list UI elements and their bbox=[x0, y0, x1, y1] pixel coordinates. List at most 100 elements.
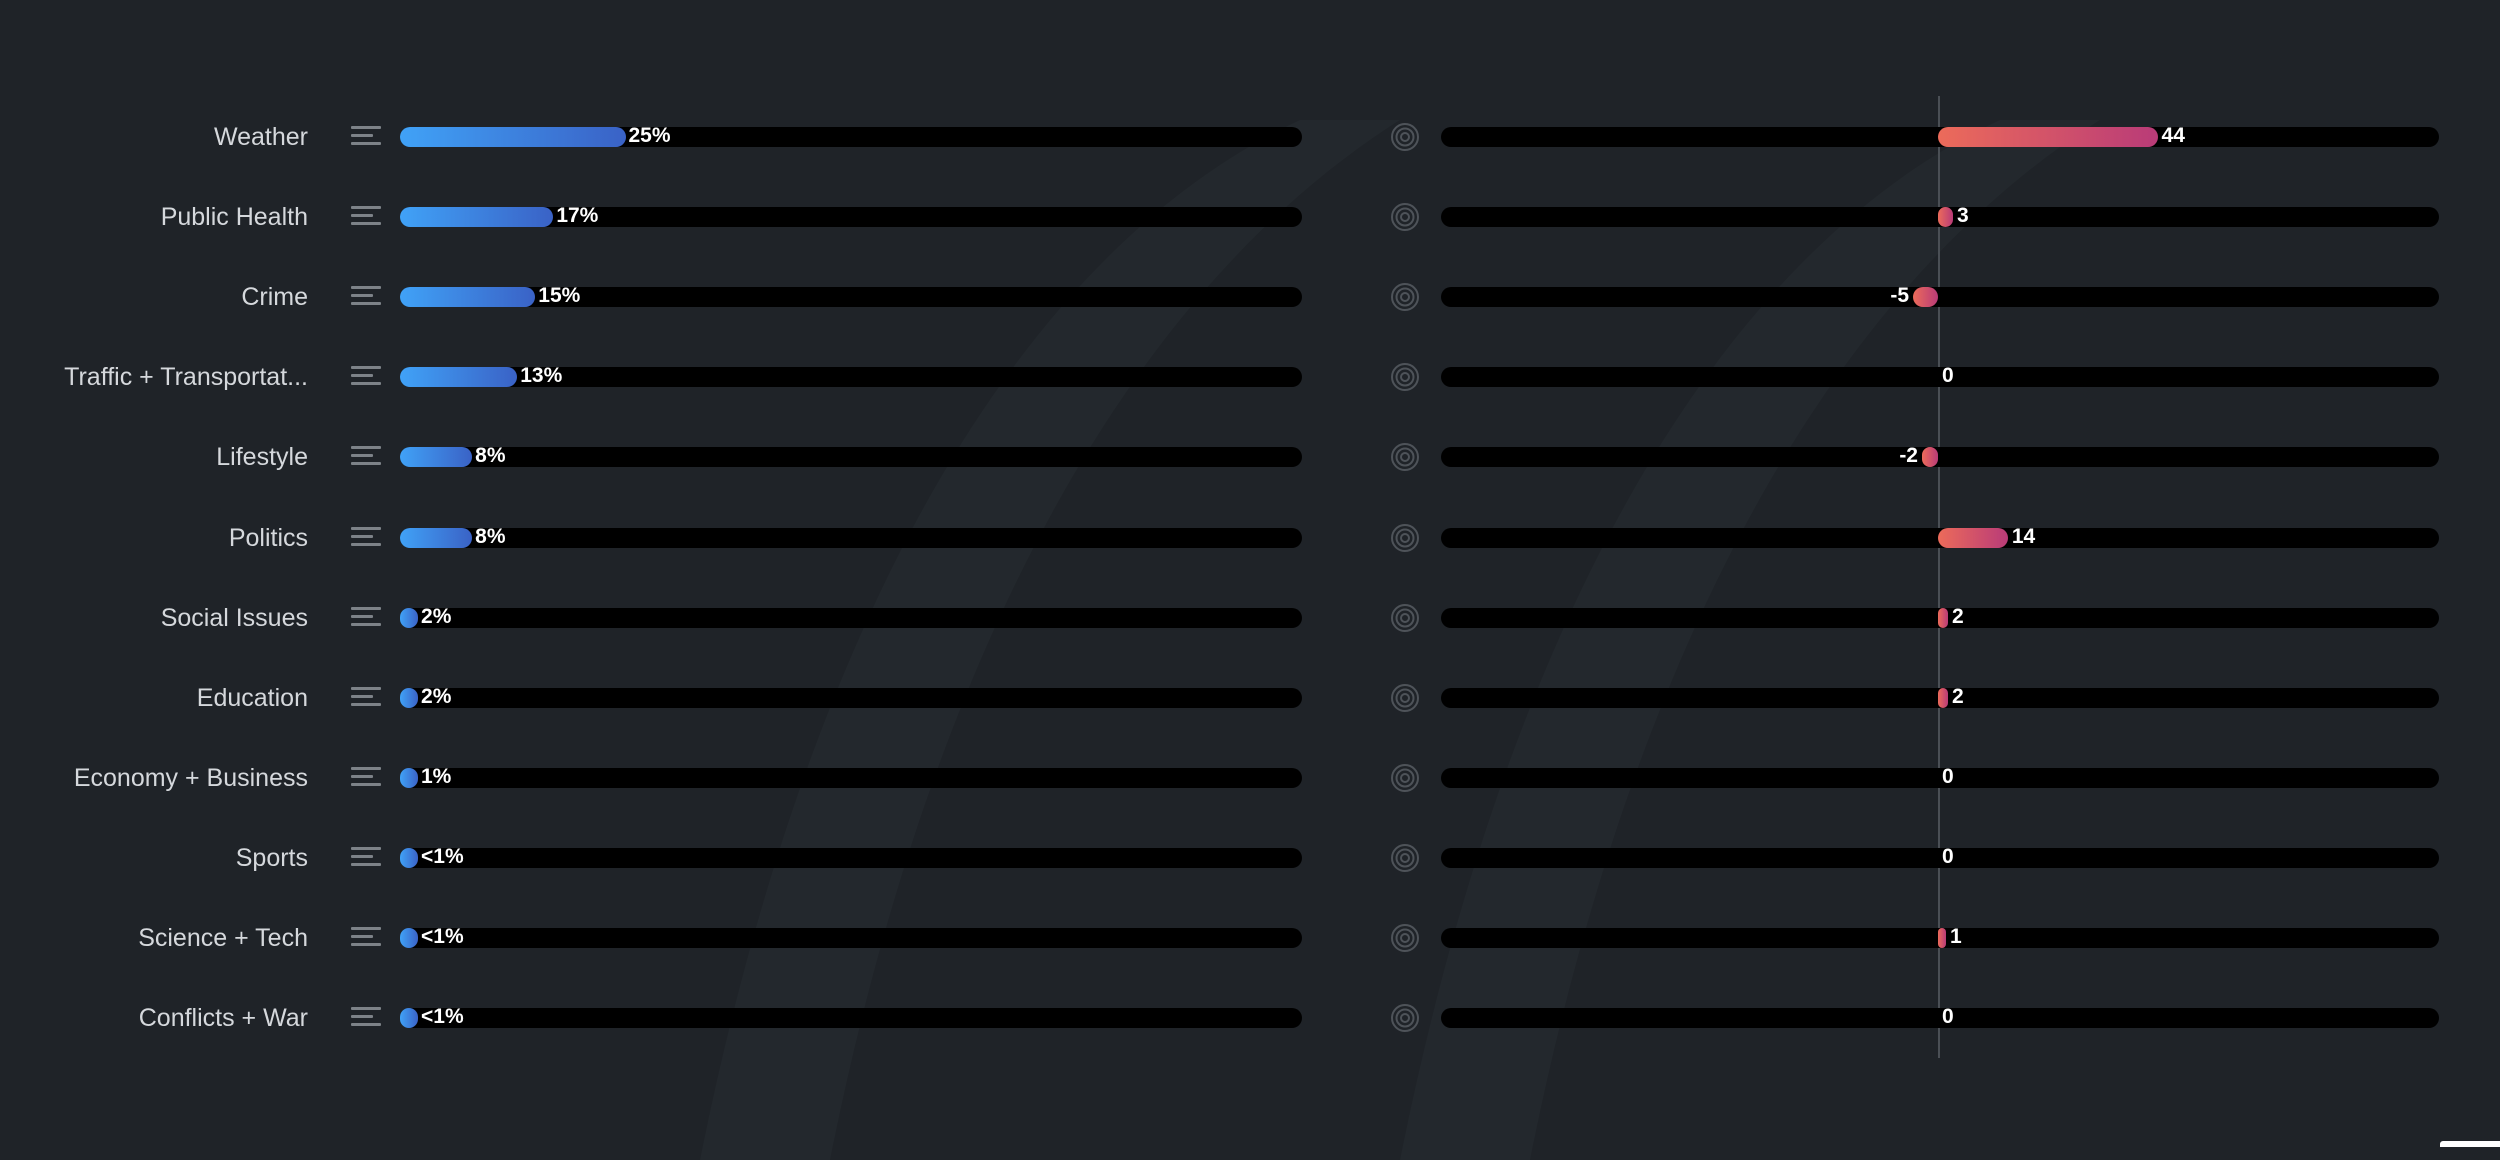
share-bar bbox=[400, 127, 626, 147]
sentiment-bar bbox=[1938, 127, 2158, 147]
category-label: Politics bbox=[228, 523, 308, 552]
sentiment-track: 2 bbox=[1441, 604, 2439, 628]
sentiment-value-label: 2 bbox=[1951, 684, 1964, 708]
share-track: <1% bbox=[400, 844, 1302, 868]
chart-row: Traffic + Transportat... 13% 0 bbox=[0, 357, 2500, 397]
menu-lines-icon[interactable] bbox=[351, 846, 381, 869]
share-value-label: 8% bbox=[475, 444, 506, 468]
share-track: 13% bbox=[400, 364, 1302, 388]
category-label: Weather bbox=[213, 123, 308, 151]
share-track: 2% bbox=[400, 605, 1302, 628]
menu-lines-icon[interactable] bbox=[351, 206, 381, 228]
chart-row: Science + Tech <1% 1 bbox=[0, 918, 2500, 958]
target-icon[interactable] bbox=[1390, 923, 1420, 953]
share-track: 8% bbox=[400, 444, 1302, 468]
share-bar bbox=[400, 287, 536, 308]
share-bar bbox=[400, 687, 419, 708]
share-track: <1% bbox=[400, 925, 1302, 948]
chart-row: Public Health 17% 3 bbox=[0, 197, 2500, 237]
category-label: Lifestyle bbox=[216, 443, 308, 472]
chart-row: Weather 25% 44 bbox=[0, 117, 2500, 157]
sentiment-track: -2 bbox=[1441, 444, 2439, 468]
menu-lines-icon[interactable] bbox=[351, 686, 381, 709]
sentiment-track: 0 bbox=[1441, 845, 2439, 868]
chart-row: Sports <1% 0 bbox=[0, 838, 2500, 878]
category-label: Economy + Business bbox=[73, 763, 308, 792]
sentiment-value-label: -2 bbox=[1899, 444, 1918, 468]
target-icon[interactable] bbox=[1390, 843, 1420, 873]
sentiment-value-label: 0 bbox=[1942, 364, 1954, 388]
sentiment-track: 3 bbox=[1441, 204, 2439, 228]
chart-row: Lifestyle 8% -2 bbox=[0, 437, 2500, 477]
sentiment-value-label: 0 bbox=[1942, 764, 1954, 788]
menu-lines-icon[interactable] bbox=[351, 446, 381, 468]
chart-row: Education 2% 2 bbox=[0, 678, 2500, 718]
share-bar bbox=[400, 767, 418, 788]
category-label: Science + Tech bbox=[138, 924, 308, 952]
sentiment-value-label: -5 bbox=[1890, 284, 1910, 308]
sentiment-track: 2 bbox=[1441, 684, 2439, 708]
sentiment-bar bbox=[1938, 687, 1948, 708]
menu-lines-icon[interactable] bbox=[351, 606, 381, 629]
target-icon[interactable] bbox=[1390, 763, 1420, 793]
menu-lines-icon[interactable] bbox=[351, 286, 381, 308]
target-icon[interactable] bbox=[1390, 603, 1420, 633]
share-value-label: 1% bbox=[421, 764, 452, 788]
category-label: Sports bbox=[235, 843, 308, 872]
share-value-label: 2% bbox=[421, 684, 452, 708]
chart-row: Crime 15% -5 bbox=[0, 277, 2500, 317]
share-value-label: 15% bbox=[538, 284, 581, 308]
share-value-label: 25% bbox=[628, 124, 671, 147]
sentiment-value-label: 1 bbox=[1950, 925, 1962, 948]
menu-lines-icon[interactable] bbox=[351, 927, 381, 949]
sentiment-bar bbox=[1938, 607, 1948, 628]
share-value-label: <1% bbox=[421, 925, 464, 948]
category-label: Education bbox=[196, 683, 308, 712]
share-bar bbox=[400, 928, 418, 948]
share-track: 25% bbox=[400, 124, 1302, 147]
share-bar bbox=[400, 607, 419, 628]
sentiment-track: 1 bbox=[1441, 925, 2439, 948]
sentiment-value-label: 14 bbox=[2011, 524, 2036, 548]
sentiment-bar bbox=[1938, 207, 1953, 228]
share-value-label: <1% bbox=[421, 844, 464, 868]
sentiment-bar bbox=[1938, 527, 2008, 548]
sentiment-track: -5 bbox=[1441, 284, 2439, 308]
share-value-label: <1% bbox=[421, 1005, 464, 1029]
share-value-label: 8% bbox=[475, 524, 506, 548]
target-icon[interactable] bbox=[1390, 202, 1420, 232]
sentiment-track: 0 bbox=[1441, 1005, 2439, 1029]
chart-row: Conflicts + War <1% 0 bbox=[0, 998, 2500, 1038]
share-track: 15% bbox=[400, 284, 1302, 308]
target-icon[interactable] bbox=[1390, 122, 1420, 152]
category-label: Conflicts + War bbox=[138, 1004, 308, 1033]
target-icon[interactable] bbox=[1390, 683, 1420, 713]
category-label: Public Health bbox=[160, 203, 308, 232]
share-value-label: 17% bbox=[556, 204, 599, 228]
menu-lines-icon[interactable] bbox=[351, 526, 381, 549]
target-icon[interactable] bbox=[1390, 523, 1420, 553]
sentiment-track: 14 bbox=[1441, 524, 2439, 548]
menu-lines-icon[interactable] bbox=[351, 1007, 381, 1029]
share-track: <1% bbox=[400, 1005, 1302, 1029]
chart-row: Social Issues 2% 2 bbox=[0, 598, 2500, 638]
sentiment-value-label: 2 bbox=[1951, 604, 1964, 628]
share-bar bbox=[400, 527, 473, 548]
target-icon[interactable] bbox=[1390, 362, 1420, 392]
target-icon[interactable] bbox=[1390, 282, 1420, 312]
target-icon[interactable] bbox=[1390, 442, 1420, 472]
target-icon[interactable] bbox=[1390, 1003, 1420, 1033]
category-label: Traffic + Transportat... bbox=[64, 363, 308, 392]
share-track: 1% bbox=[400, 764, 1302, 788]
share-track: 8% bbox=[400, 524, 1302, 548]
sentiment-bar bbox=[1913, 287, 1938, 308]
menu-lines-icon[interactable] bbox=[351, 126, 381, 148]
menu-lines-icon[interactable] bbox=[351, 766, 381, 789]
share-bar bbox=[400, 1008, 418, 1029]
sentiment-value-label: 0 bbox=[1942, 1005, 1954, 1029]
corner-tab bbox=[2440, 1141, 2500, 1147]
sentiment-value-label: 44 bbox=[2161, 124, 2185, 147]
zero-line bbox=[1938, 96, 1940, 1058]
menu-lines-icon[interactable] bbox=[351, 366, 381, 388]
share-value-label: 13% bbox=[520, 364, 563, 388]
